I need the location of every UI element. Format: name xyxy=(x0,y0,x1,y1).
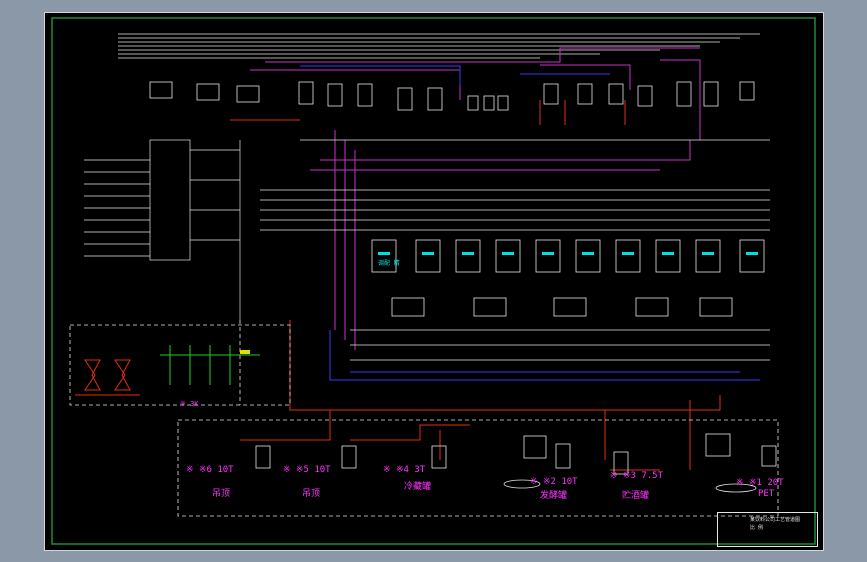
bottom-tank-6-label: ※ ※1 20T xyxy=(736,478,784,488)
bottom-tank-1-label: ※ ※6 10T xyxy=(186,465,234,475)
mid-left-tank-label: ※ 3K xyxy=(180,400,199,408)
title-block: 某饮料公司工艺管道图 比 例 xyxy=(717,512,818,547)
tank-cyan-marks xyxy=(378,252,758,255)
blue-lines xyxy=(300,65,760,381)
title-line-2: 比 例 xyxy=(750,525,764,531)
red-pumps xyxy=(75,359,140,396)
area-label-e: 贮酒罐 xyxy=(622,491,650,501)
bottom-tank-5-label: ※ ※3 7.5T xyxy=(610,471,664,481)
area-label-a: 吊顶 xyxy=(212,489,231,499)
left-panel xyxy=(84,139,240,261)
bottom-tanks xyxy=(255,433,777,493)
area-label-f: PET xyxy=(758,489,775,499)
red-lines xyxy=(230,100,721,471)
fermentation-label: 调配 精 xyxy=(378,260,400,267)
bottom-tank-3-label: ※ ※4 3T xyxy=(383,465,426,475)
top-tanks xyxy=(149,81,755,111)
drawing-frame xyxy=(51,17,816,545)
area-label-b: 吊顶 xyxy=(302,489,321,499)
title-line-1: 某饮料公司工艺管道图 xyxy=(750,517,801,523)
area-label-d: 发酵罐 xyxy=(540,491,568,501)
top-bus-lines xyxy=(118,33,760,59)
fermentation-tanks xyxy=(371,239,765,273)
bottom-tank-2-label: ※ ※5 10T xyxy=(283,465,331,475)
header-grid xyxy=(239,139,770,320)
bottom-tank-4-label: ※ ※2 10T xyxy=(530,477,578,487)
area-label-c: 冷藏罐 xyxy=(404,482,432,492)
yellow-tag xyxy=(240,350,250,354)
magenta-top-lines xyxy=(250,47,701,350)
exchanger-row xyxy=(350,297,770,361)
